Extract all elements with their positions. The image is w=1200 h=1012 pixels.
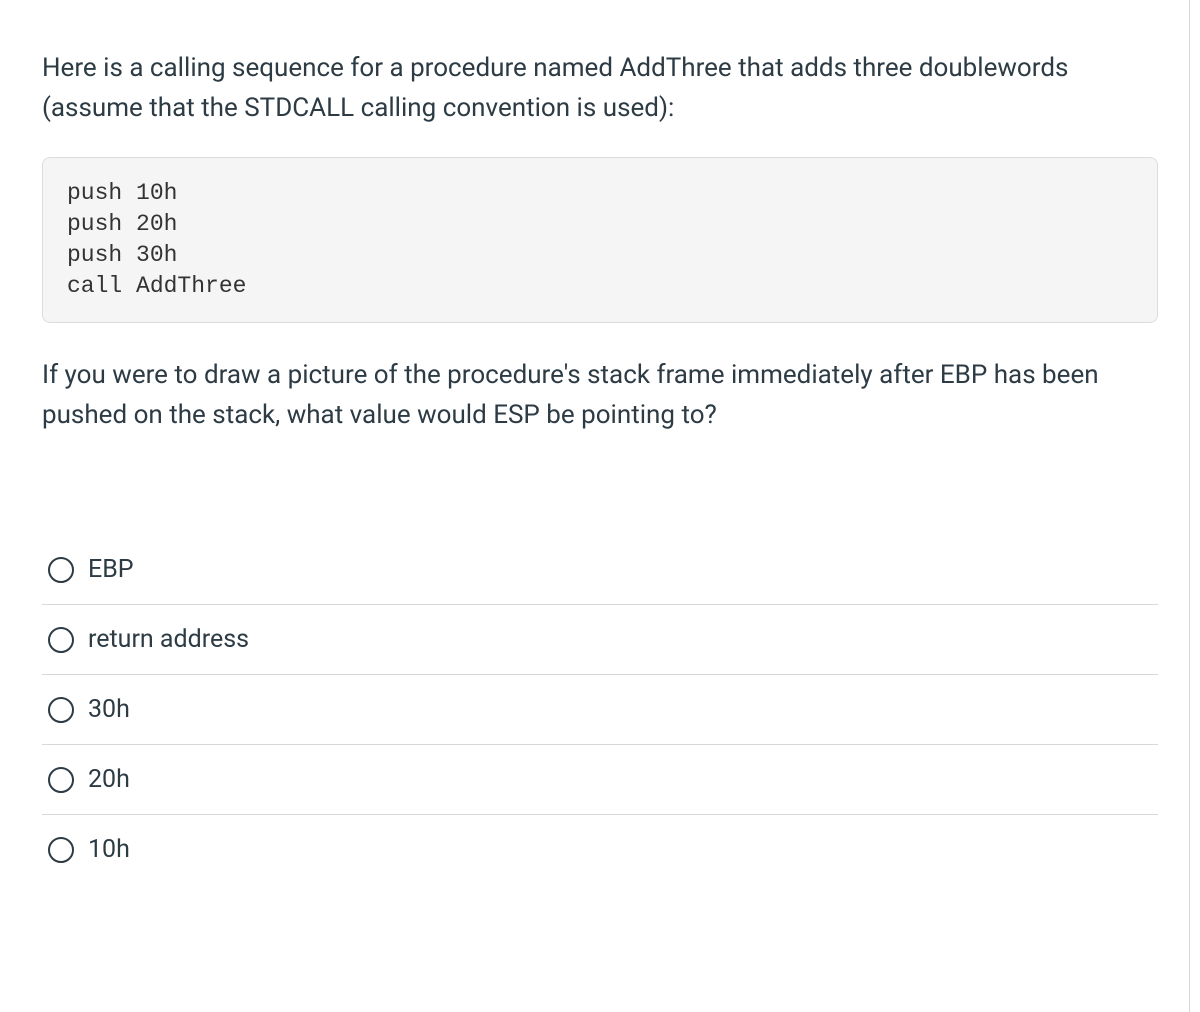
option-row[interactable]: 10h	[42, 815, 1158, 884]
option-label: 10h	[88, 835, 130, 864]
option-row[interactable]: EBP	[42, 535, 1158, 605]
option-label: EBP	[88, 555, 134, 584]
option-label: return address	[88, 625, 249, 654]
option-row[interactable]: return address	[42, 605, 1158, 675]
code-block: push 10h push 20h push 30h call AddThree	[42, 157, 1158, 323]
radio-icon[interactable]	[48, 627, 74, 653]
question-prompt: If you were to draw a picture of the pro…	[42, 355, 1158, 436]
option-row[interactable]: 30h	[42, 675, 1158, 745]
radio-icon[interactable]	[48, 557, 74, 583]
option-label: 30h	[88, 695, 130, 724]
radio-icon[interactable]	[48, 837, 74, 863]
radio-icon[interactable]	[48, 697, 74, 723]
radio-icon[interactable]	[48, 767, 74, 793]
question-intro: Here is a calling sequence for a procedu…	[42, 48, 1158, 129]
options-list: EBP return address 30h 20h 10h	[42, 535, 1158, 884]
option-label: 20h	[88, 765, 130, 794]
option-row[interactable]: 20h	[42, 745, 1158, 815]
